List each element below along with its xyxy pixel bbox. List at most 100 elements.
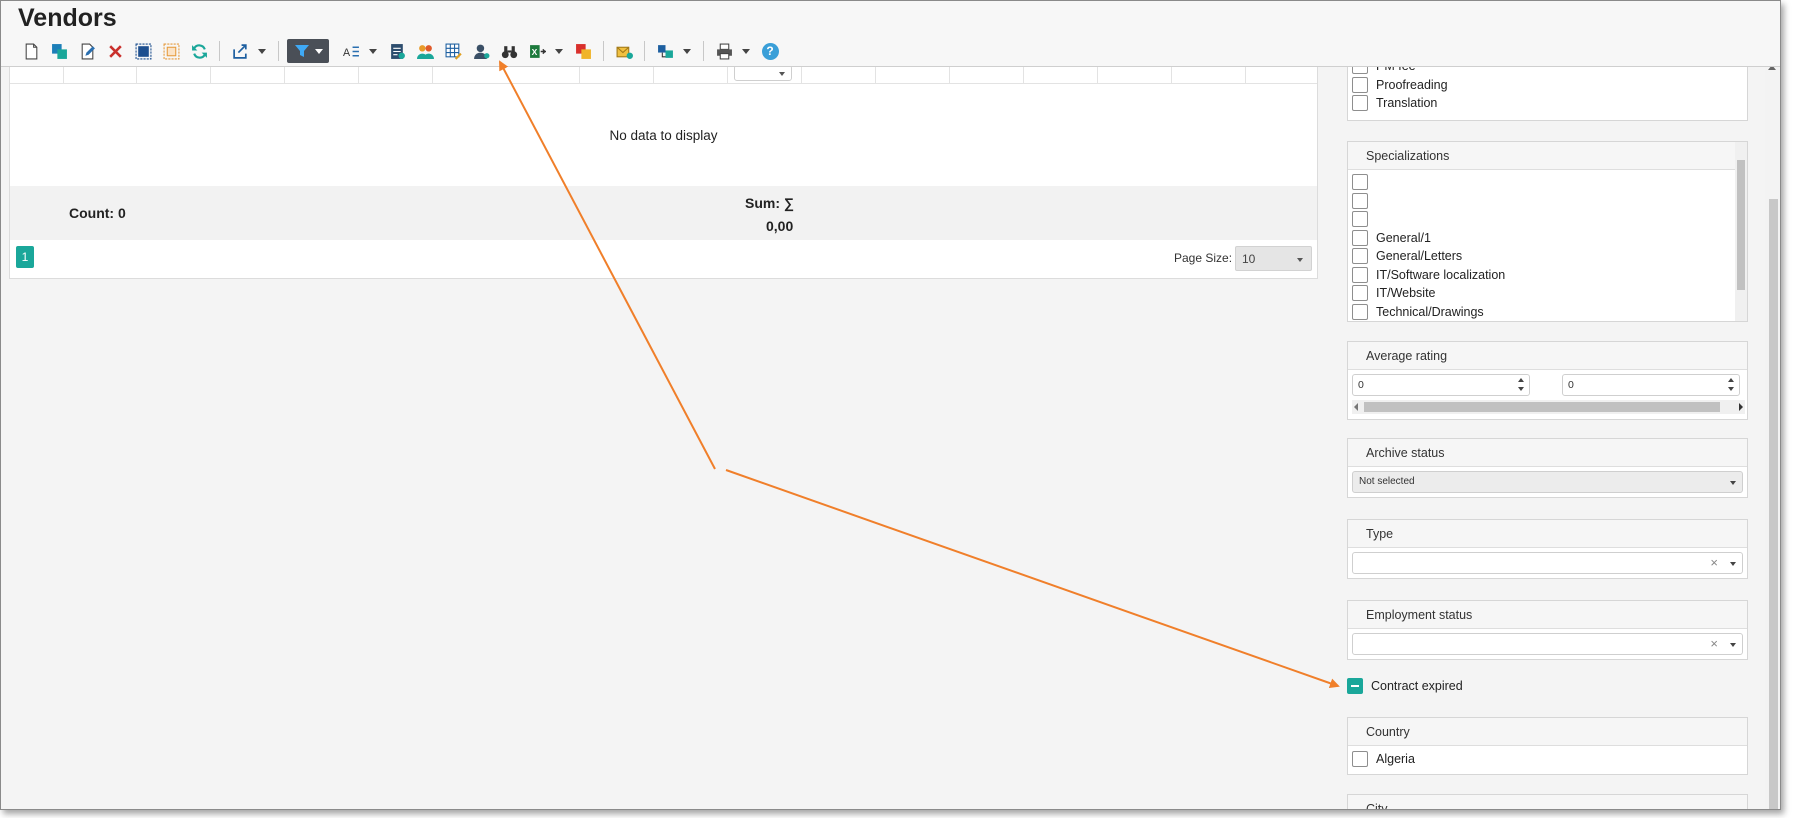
specialization-label: General/Letters (1376, 249, 1463, 264)
print-icon[interactable] (712, 40, 736, 62)
service-option[interactable]: Proofreading (1348, 76, 1747, 95)
flow-dropdown-icon[interactable] (681, 40, 693, 62)
sum-value: 0,00 (766, 218, 794, 234)
specializations-title: Specializations (1348, 142, 1747, 170)
scroll-right-icon[interactable] (1739, 403, 1743, 411)
specialization-label: General/1 (1376, 230, 1431, 245)
svg-text:A: A (343, 46, 351, 58)
spin-up-icon[interactable] (1728, 378, 1734, 382)
checkbox[interactable] (1352, 248, 1368, 265)
specialization-label: IT/Website (1376, 286, 1436, 301)
type-title: Type (1348, 520, 1747, 548)
filter-button[interactable] (287, 39, 329, 63)
deselect-icon[interactable] (159, 40, 183, 62)
checkbox[interactable] (1352, 303, 1368, 320)
export-icon[interactable] (228, 40, 252, 62)
page-scrollbar[interactable] (1765, 61, 1780, 809)
flow-icon[interactable] (653, 40, 677, 62)
checkbox[interactable] (1352, 211, 1368, 228)
binoculars-icon[interactable] (497, 40, 521, 62)
country-option[interactable]: Algeria (1348, 750, 1747, 769)
checkbox[interactable] (1352, 751, 1368, 768)
scrollbar-thumb[interactable] (1737, 160, 1745, 290)
chevron-down-icon (314, 48, 323, 54)
specialization-option[interactable] (1348, 173, 1747, 192)
vendors-grid: filter No data to display Count: 0 Sum: … (9, 56, 1318, 279)
specialization-option[interactable] (1348, 192, 1747, 211)
empty-message: No data to display (609, 128, 718, 143)
specialization-option[interactable]: IT/Website (1348, 284, 1747, 303)
spin-down-icon[interactable] (1728, 387, 1734, 391)
specializations-scrollbar[interactable] (1735, 142, 1747, 321)
archive-status-value: Not selected (1359, 476, 1415, 487)
filter-operator-select[interactable] (734, 65, 792, 81)
scrollbar-thumb[interactable] (1364, 402, 1720, 412)
clear-icon[interactable]: × (1710, 636, 1718, 651)
toolbar-separator (278, 41, 279, 61)
contract-expired-checkbox[interactable] (1347, 678, 1363, 694)
rating-min-input[interactable]: 0 (1352, 374, 1530, 396)
country-title: Country (1348, 718, 1747, 746)
help-icon[interactable]: ? (758, 40, 782, 62)
archive-status-filter: Archive status Not selected (1347, 438, 1748, 498)
page-size-label: Page Size: (1174, 251, 1233, 265)
specializations-filter: Specializations General/1 General/Letter… (1347, 141, 1748, 322)
mail-merge-icon[interactable] (612, 40, 636, 62)
contract-expired-label: Contract expired (1371, 679, 1463, 693)
specialization-option[interactable]: Technical/Drawings (1348, 303, 1747, 322)
rating-min-value: 0 (1358, 379, 1364, 391)
copy-icon[interactable] (47, 40, 71, 62)
toolbar-separator (219, 41, 220, 61)
service-option[interactable]: Translation (1348, 94, 1747, 113)
country-label: Algeria (1376, 752, 1415, 767)
print-dropdown-icon[interactable] (740, 40, 752, 62)
filter-icon (294, 45, 309, 57)
excel-icon[interactable]: X (525, 40, 549, 62)
page-size-value: 10 (1242, 252, 1256, 266)
archive-status-select[interactable]: Not selected (1352, 471, 1743, 493)
scroll-left-icon[interactable] (1354, 403, 1358, 411)
clear-icon[interactable]: × (1710, 555, 1718, 570)
employment-status-select[interactable]: × (1352, 633, 1743, 655)
type-select[interactable]: × (1352, 552, 1743, 574)
toolbar: A X ? (19, 39, 786, 63)
specialization-option[interactable]: IT/Software localization (1348, 266, 1747, 285)
specialization-option[interactable]: General/Letters (1348, 247, 1747, 266)
checkbox[interactable] (1352, 174, 1368, 191)
report-icon[interactable] (385, 40, 409, 62)
select-all-icon[interactable] (131, 40, 155, 62)
edit-icon[interactable] (75, 40, 99, 62)
page-size-select[interactable]: 10 (1235, 246, 1312, 271)
delete-icon[interactable] (103, 40, 127, 62)
rating-range-scrollbar[interactable] (1352, 400, 1745, 414)
archive-status-title: Archive status (1348, 439, 1747, 467)
text-format-dropdown-icon[interactable] (367, 40, 379, 62)
contract-expired-filter[interactable]: Contract expired (1347, 678, 1463, 694)
chevron-down-icon (1730, 562, 1736, 566)
users-icon[interactable] (413, 40, 437, 62)
excel-dropdown-icon[interactable] (553, 40, 565, 62)
checkbox[interactable] (1352, 192, 1368, 209)
page-button-1[interactable]: 1 (16, 246, 34, 268)
checkbox[interactable] (1352, 95, 1368, 112)
checkbox[interactable] (1352, 285, 1368, 302)
new-icon[interactable] (19, 40, 43, 62)
country-filter: Country Algeria (1347, 717, 1748, 775)
refresh-icon[interactable] (187, 40, 211, 62)
scrollbar-thumb[interactable] (1769, 199, 1778, 809)
specialization-option[interactable]: General/1 (1348, 229, 1747, 248)
checkbox[interactable] (1352, 229, 1368, 246)
svg-text:X: X (531, 47, 537, 57)
checkbox[interactable] (1352, 76, 1368, 93)
checkbox[interactable] (1352, 266, 1368, 283)
rating-max-input[interactable]: 0 (1562, 374, 1740, 396)
user-pin-icon[interactable] (469, 40, 493, 62)
color-icon[interactable] (571, 40, 595, 62)
spin-down-icon[interactable] (1518, 387, 1524, 391)
text-format-icon[interactable]: A (339, 40, 363, 62)
specialization-option[interactable] (1348, 210, 1747, 229)
spin-up-icon[interactable] (1518, 378, 1524, 382)
city-filter: City (1347, 794, 1748, 809)
grid-settings-icon[interactable] (441, 40, 465, 62)
export-dropdown-icon[interactable] (256, 40, 268, 62)
